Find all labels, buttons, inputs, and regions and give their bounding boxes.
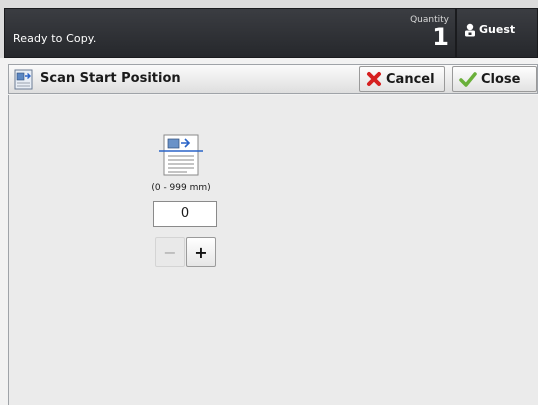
status-panel: Ready to Copy. Quantity 1: [4, 8, 456, 58]
close-label: Close: [481, 71, 521, 87]
main-content: (0 - 999 mm) 0 − +: [8, 95, 538, 405]
green-check-icon: [459, 72, 477, 87]
red-x-icon: [367, 72, 381, 86]
page-title: Scan Start Position: [40, 71, 181, 86]
range-label: (0 - 999 mm): [151, 183, 211, 193]
quantity-value: 1: [432, 23, 449, 51]
title-bar: Scan Start Position Cancel Close: [8, 64, 538, 94]
user-label: Guest: [479, 23, 516, 36]
cancel-label: Cancel: [386, 71, 435, 87]
position-value-field[interactable]: 0: [153, 201, 217, 227]
close-button[interactable]: Close: [452, 66, 537, 92]
top-bar: Ready to Copy. Quantity 1 Guest: [0, 0, 538, 58]
user-button[interactable]: Guest: [456, 8, 538, 58]
document-scan-icon: [159, 134, 203, 176]
scan-position-icon: [14, 69, 33, 90]
cancel-button[interactable]: Cancel: [359, 66, 445, 92]
increment-button[interactable]: +: [186, 237, 216, 267]
person-lock-icon: [465, 23, 475, 37]
status-message: Ready to Copy.: [13, 32, 97, 45]
decrement-button[interactable]: −: [155, 237, 185, 267]
